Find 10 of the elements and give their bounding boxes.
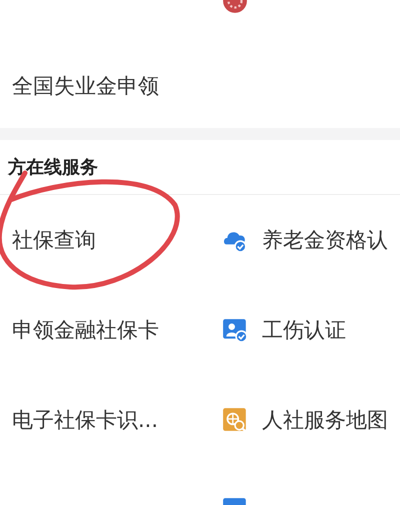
person-check-icon (222, 317, 248, 343)
service-item[interactable]: 社保查询 (12, 226, 96, 254)
globe-search-icon (222, 407, 248, 433)
service-item[interactable]: 申领金融社保卡 (12, 316, 159, 344)
service-item[interactable]: 全国失业金申领 (12, 72, 159, 100)
service-item[interactable]: 工伤认证 (262, 316, 346, 344)
service-item[interactable]: 人社服务地图 (262, 406, 388, 434)
section-title: 方在线服务 (6, 156, 99, 180)
service-item[interactable]: 电子社保卡识... (12, 406, 158, 434)
service-item[interactable]: 养老金资格认 (262, 226, 388, 254)
